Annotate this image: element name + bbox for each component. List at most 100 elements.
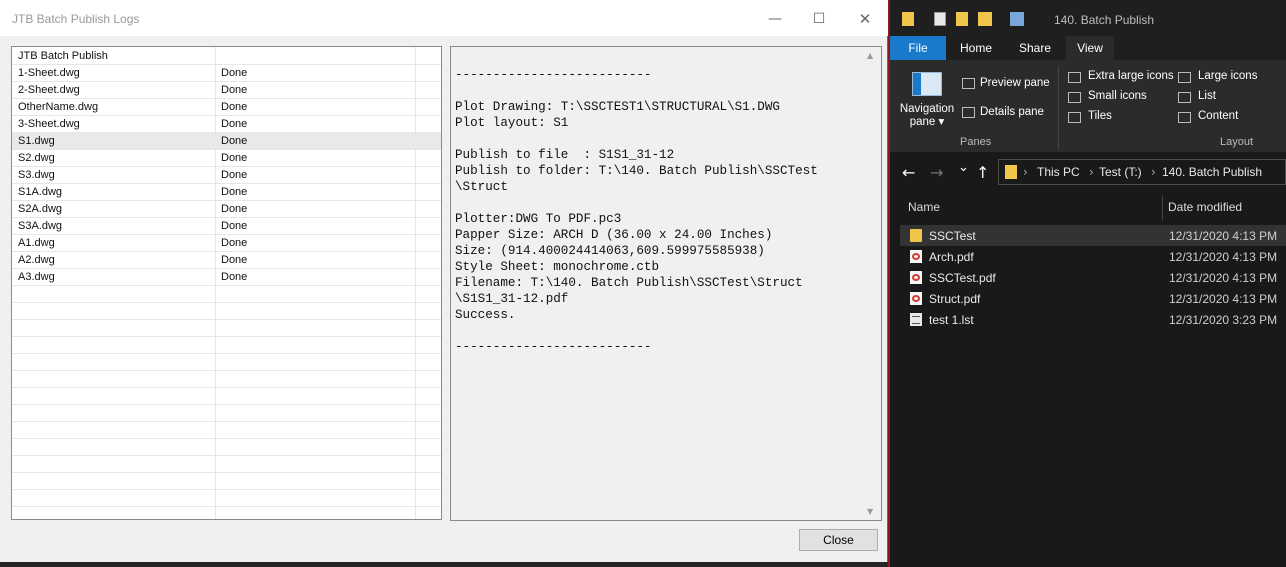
column-header-date-modified[interactable]: Date modified [1168, 200, 1242, 214]
tab-file[interactable]: File [890, 36, 946, 60]
file-explorer-window: 140. Batch Publish File Home Share View … [890, 0, 1286, 567]
empty-table-row[interactable] [12, 286, 441, 303]
properties-icon[interactable] [934, 12, 946, 26]
file-row[interactable]: Struct.pdf 12/31/2020 4:13 PM [900, 288, 1286, 309]
empty-table-row[interactable] [12, 490, 441, 507]
open-folder-icon[interactable] [978, 12, 992, 26]
log-line: Plot Drawing: T:\SSCTEST1\STRUCTURAL\S1.… [455, 100, 780, 114]
content-button[interactable]: Content [1198, 110, 1238, 122]
file-name: Struct.pdf [929, 292, 981, 306]
log-line: Plotter:DWG To PDF.pc3 [455, 212, 622, 226]
row-drawing-name: S3.dwg [18, 169, 55, 181]
back-arrow-icon[interactable]: ← [902, 163, 915, 182]
empty-table-row[interactable] [12, 388, 441, 405]
close-window-button[interactable]: ✕ [842, 6, 888, 32]
empty-table-row[interactable] [12, 456, 441, 473]
column-divider[interactable] [1162, 196, 1163, 220]
pdf-file-icon [910, 292, 922, 305]
tiles-button[interactable]: Tiles [1088, 110, 1112, 122]
table-row[interactable]: A3.dwg Done [12, 269, 441, 286]
row-status: Done [221, 118, 248, 130]
empty-table-row[interactable] [12, 354, 441, 371]
table-row[interactable]: OtherName.dwg Done [12, 99, 441, 116]
file-name: SSCTest [929, 229, 976, 243]
table-row[interactable]: S2A.dwg Done [12, 201, 441, 218]
file-row[interactable]: SSCTest 12/31/2020 4:13 PM [900, 225, 1286, 246]
table-row[interactable]: S1A.dwg Done [12, 184, 441, 201]
table-row[interactable]: S2.dwg Done [12, 150, 441, 167]
address-bar[interactable]: › This PC › Test (T:) › 140. Batch Publi… [998, 159, 1286, 185]
breadcrumb-test-drive[interactable]: Test (T:) [1099, 165, 1142, 179]
log-line: Papper Size: ARCH D (36.00 x 24.00 Inche… [455, 228, 773, 242]
row-drawing-name: A2.dwg [18, 254, 55, 266]
empty-table-row[interactable] [12, 473, 441, 490]
empty-table-row[interactable] [12, 439, 441, 456]
log-output-panel[interactable]: -------------------------- Plot Drawing: … [450, 46, 882, 521]
file-date-modified: 12/31/2020 4:13 PM [1169, 271, 1278, 285]
breadcrumb-separator: › [1089, 165, 1094, 179]
new-folder-icon[interactable] [956, 12, 968, 26]
table-row[interactable]: 1-Sheet.dwg Done [12, 65, 441, 82]
file-row[interactable]: test 1.lst 12/31/2020 3:23 PM [900, 309, 1286, 330]
list-button[interactable]: List [1198, 90, 1216, 102]
tiles-icon [1068, 112, 1081, 123]
scroll-up-arrow-icon[interactable]: ▲ [867, 51, 873, 60]
list-icon [1178, 92, 1191, 103]
empty-table-row[interactable] [12, 405, 441, 422]
log-scrollbar[interactable]: ▲ ▼ [864, 47, 881, 520]
empty-table-row[interactable] [12, 337, 441, 354]
table-row[interactable]: S3.dwg Done [12, 167, 441, 184]
minimize-button[interactable]: — [752, 6, 798, 32]
tab-view[interactable]: View [1066, 36, 1114, 60]
table-row[interactable]: S1.dwg Done [12, 133, 441, 150]
empty-table-row[interactable] [12, 507, 441, 519]
tab-share[interactable]: Share [1004, 36, 1066, 60]
empty-table-row[interactable] [12, 422, 441, 439]
navigation-pane-icon[interactable] [912, 72, 942, 96]
column-header-name[interactable]: Name [908, 200, 940, 214]
breadcrumb-this-pc[interactable]: This PC [1037, 165, 1080, 179]
drive-icon[interactable] [1010, 12, 1024, 26]
row-drawing-name: 2-Sheet.dwg [18, 84, 80, 96]
row-drawing-name: S2.dwg [18, 152, 55, 164]
row-status: Done [221, 67, 248, 79]
close-button[interactable]: Close [799, 529, 878, 551]
log-line: Size: (914.400024414063,609.599975585938… [455, 244, 765, 258]
up-arrow-icon[interactable]: ↑ [976, 163, 989, 182]
preview-pane-button[interactable]: Preview pane [980, 77, 1050, 89]
log-line: Plot layout: S1 [455, 116, 569, 130]
log-line: Publish to file : S1S1_31-12 [455, 148, 675, 162]
dialog-title: JTB Batch Publish Logs [12, 12, 140, 26]
empty-table-row[interactable] [12, 303, 441, 320]
row-drawing-name: S1A.dwg [18, 186, 63, 198]
breadcrumb-current-folder[interactable]: 140. Batch Publish [1162, 165, 1262, 179]
publish-status-grid[interactable]: JTB Batch Publish 1-Sheet.dwg Done 2-Sheet.… [11, 46, 442, 520]
file-row[interactable]: Arch.pdf 12/31/2020 4:13 PM [900, 246, 1286, 267]
table-row[interactable]: 3-Sheet.dwg Done [12, 116, 441, 133]
scroll-down-arrow-icon[interactable]: ▼ [867, 507, 873, 516]
pdf-file-icon [910, 250, 922, 263]
table-row[interactable]: A2.dwg Done [12, 252, 441, 269]
small-icons-button[interactable]: Small icons [1088, 90, 1147, 102]
file-row[interactable]: SSCTest.pdf 12/31/2020 4:13 PM [900, 267, 1286, 288]
large-icons-button[interactable]: Large icons [1198, 70, 1257, 82]
navigation-pane-button[interactable]: Navigation pane ▾ [898, 103, 956, 129]
extra-large-icons-button[interactable]: Extra large icons [1088, 70, 1174, 82]
file-name: Arch.pdf [929, 250, 974, 264]
tab-home[interactable]: Home [950, 36, 1002, 60]
log-line: Success. [455, 308, 516, 322]
table-row[interactable]: S3A.dwg Done [12, 218, 441, 235]
recent-locations-chevron-icon[interactable]: ⌄ [958, 160, 969, 175]
table-row[interactable]: JTB Batch Publish [12, 48, 441, 65]
details-pane-button[interactable]: Details pane [980, 106, 1044, 118]
table-row[interactable]: 2-Sheet.dwg Done [12, 82, 441, 99]
empty-table-row[interactable] [12, 371, 441, 388]
breadcrumb-separator: › [1023, 165, 1028, 179]
empty-table-row[interactable] [12, 320, 441, 337]
log-line: Publish to folder: T:\140. Batch Publish… [455, 164, 818, 178]
table-row[interactable]: A1.dwg Done [12, 235, 441, 252]
forward-arrow-icon[interactable]: → [930, 163, 943, 182]
maximize-button[interactable]: ☐ [796, 6, 842, 32]
